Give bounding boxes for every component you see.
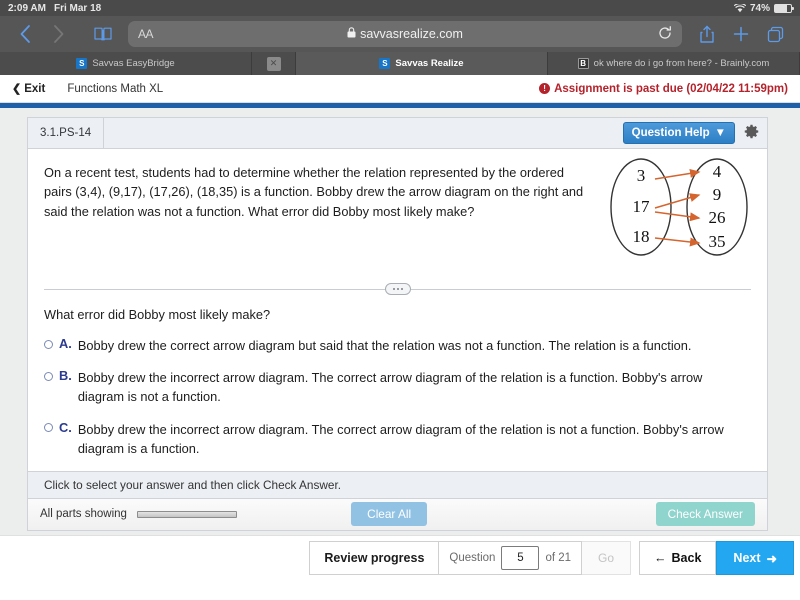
chevron-left-icon: ❮ [12,83,22,95]
exit-button[interactable]: ❮ Exit [12,82,46,96]
clear-all-button[interactable]: Clear All [351,502,428,527]
tab-title: Savvas Realize [395,58,464,69]
radio-button-b[interactable] [44,371,53,381]
url-display: savvasrealize.com [128,27,682,41]
battery-percent: 74% [749,2,770,14]
status-date: Fri Mar 18 [53,2,102,14]
brainly-favicon: B [577,58,589,69]
choice-text: Bobby drew the incorrect arrow diagram. … [77,421,724,456]
app-exit-bar: ❮ Exit Functions Math XL ! Assignment is… [0,75,800,103]
next-label: Next [733,551,761,565]
review-progress-button[interactable]: Review progress [309,541,440,575]
question-help-label: Question Help [631,127,710,139]
svg-text:18: 18 [633,227,650,246]
question-number-input[interactable] [501,546,540,570]
exclamation-icon: ! [539,83,551,94]
question-prompt: What error did Bobby most likely make? [44,307,271,322]
plus-icon[interactable] [726,20,756,48]
arrow-left-icon: ← [654,551,667,565]
gear-icon[interactable] [744,124,759,142]
savvas-favicon: S [76,58,88,69]
wifi-icon [733,2,747,13]
parts-label: All parts showing [40,508,127,521]
tab-title: ok where do i go from here? - Brainly.co… [593,58,770,69]
arrow-right-icon: ➜ [766,551,777,566]
radio-button-a[interactable] [44,339,53,349]
svg-text:3: 3 [637,166,646,185]
answer-choice-a[interactable]: A. Bobby drew the correct arrow diagram … [44,336,751,355]
question-text: On a recent test, students had to determ… [44,165,584,219]
back-button[interactable]: ← Back [639,541,717,575]
arrow-diagram: 3 17 18 4 9 26 35 [609,152,749,267]
splitter[interactable] [44,281,751,297]
question-body: On a recent test, students had to determ… [28,149,767,267]
choice-text: Bobby drew the correct arrow diagram but… [77,338,692,353]
battery-icon [774,3,794,13]
of-label: of 21 [545,552,572,564]
share-icon[interactable] [692,20,722,48]
question-card: 3.1.PS-14 Question Help ▼ On a recent te… [27,117,768,531]
page-background: 3.1.PS-14 Question Help ▼ On a recent te… [0,108,800,580]
url-text: savvasrealize.com [360,27,463,41]
question-id: 3.1.PS-14 [40,127,92,139]
action-bar: All parts showing Clear All Check Answer [28,498,767,531]
next-button[interactable]: Next ➜ [716,541,794,575]
past-due-text: Assignment is past due (02/04/22 11:59pm… [554,82,788,95]
question-card-header: 3.1.PS-14 Question Help ▼ [28,117,767,149]
browser-tab-realize[interactable]: S Savvas Realize [296,52,548,75]
close-icon[interactable]: ✕ [266,56,281,71]
choice-letter: A. [59,336,72,351]
reload-icon[interactable] [658,25,672,43]
drag-handle-icon[interactable] [384,283,411,295]
question-help-button[interactable]: Question Help ▼ [622,122,735,144]
answer-choice-b[interactable]: B. Bobby drew the incorrect arrow diagra… [44,368,751,406]
tab-strip: S Savvas EasyBridge ✕ S Savvas Realize B… [0,52,800,75]
hint-bar: Click to select your answer and then cli… [28,470,767,499]
lock-icon [347,27,356,41]
text-size-button[interactable]: AA [138,27,154,41]
screen: 2:09 AM Fri Mar 18 74% AA savvasrealize.… [0,0,800,600]
savvas-favicon: S [379,58,391,69]
nav-group: Review progress Question of 21 Go ← Back… [309,541,794,575]
choice-letter: B. [59,368,72,384]
browser-toolbar: AA savvasrealize.com [0,16,800,52]
bookmarks-icon[interactable] [88,20,118,48]
caret-down-icon: ▼ [714,127,726,139]
forward-icon[interactable] [44,20,74,48]
svg-text:17: 17 [633,197,651,216]
go-button[interactable]: Go [582,541,632,575]
svg-text:9: 9 [713,185,722,204]
choice-text: Bobby drew the incorrect arrow diagram. … [77,370,703,405]
check-answer-button[interactable]: Check Answer [655,502,755,527]
choice-letter: C. [59,419,72,435]
browser-tab-easybridge[interactable]: S Savvas EasyBridge [0,52,252,75]
svg-text:26: 26 [709,208,726,227]
divider [103,117,105,149]
svg-text:4: 4 [713,162,722,181]
tab-title: Savvas EasyBridge [92,58,175,69]
assignment-title: Functions Math XL [67,82,164,95]
back-label: Back [671,551,702,565]
bottom-navigation: Review progress Question of 21 Go ← Back… [0,535,800,580]
tab-close-cell: ✕ [252,52,296,75]
parts-progress-bar[interactable] [136,510,237,518]
radio-button-c[interactable] [44,423,53,433]
past-due-status: ! Assignment is past due (02/04/22 11:59… [539,83,788,95]
answer-choice-c[interactable]: C. Bobby drew the incorrect arrow diagra… [44,420,751,458]
browser-tab-brainly[interactable]: B ok where do i go from here? - Brainly.… [548,52,800,75]
exit-label: Exit [24,82,46,95]
answer-choices: A. Bobby drew the correct arrow diagram … [28,322,767,458]
question-number-group: Question of 21 [439,541,583,575]
ios-status-bar: 2:09 AM Fri Mar 18 74% [0,0,800,16]
status-time: 2:09 AM [8,2,46,14]
svg-text:35: 35 [709,232,726,251]
back-icon[interactable] [10,20,40,48]
question-label: Question [449,552,496,564]
url-bar[interactable]: AA savvasrealize.com [128,21,682,47]
tabs-icon[interactable] [760,20,790,48]
